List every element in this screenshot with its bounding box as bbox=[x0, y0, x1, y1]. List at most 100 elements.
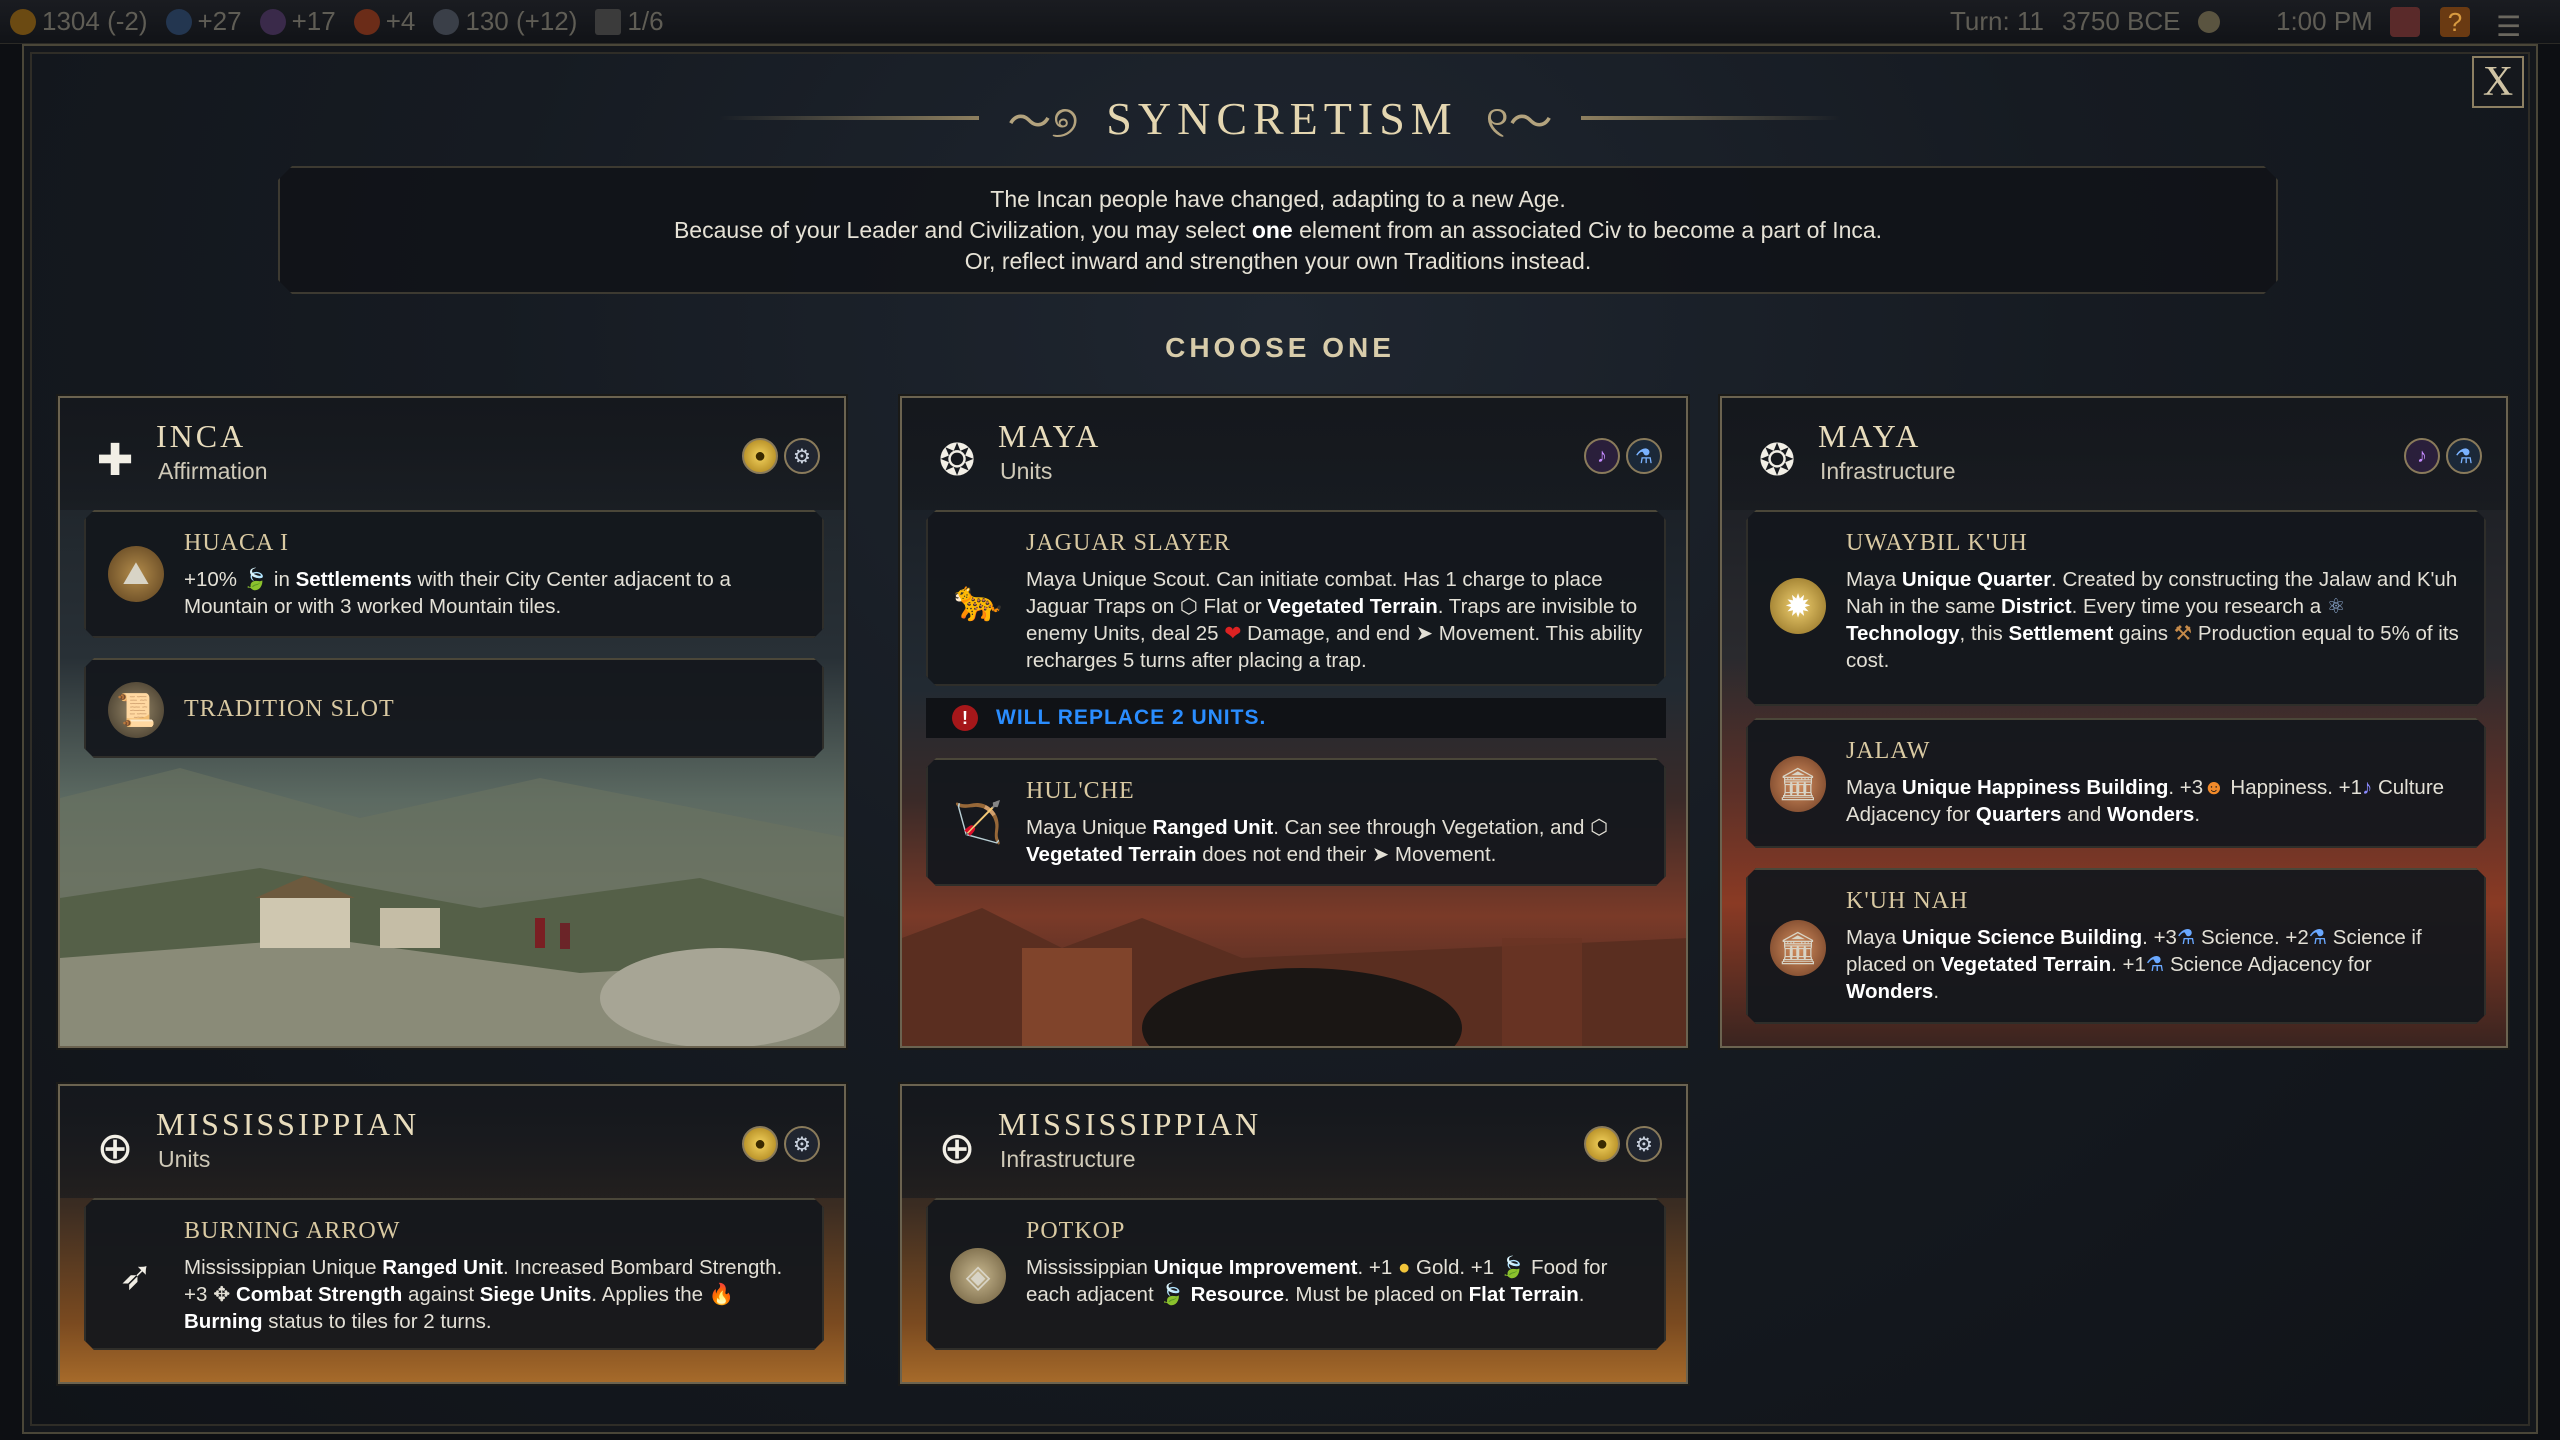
science-icon: ⚗ bbox=[2176, 926, 2196, 949]
item-title: POTKOP bbox=[1026, 1218, 1126, 1244]
civ-name: INCA bbox=[156, 418, 247, 454]
item-title: BURNING ARROW bbox=[184, 1218, 401, 1244]
item-jalaw[interactable]: 🏛 JALAW Maya Unique Happiness Building. … bbox=[1746, 718, 2486, 848]
year-display: 3750 BCE bbox=[2061, 6, 2181, 36]
settlement-icon bbox=[595, 8, 622, 35]
item-title: HUACA I bbox=[184, 530, 290, 556]
item-description: Mississippian Unique Ranged Unit. Increa… bbox=[184, 1256, 783, 1333]
card-mississippian-infrastructure[interactable]: ⊕ MISSISSIPPIAN Infrastructure ● ⚙ ◈ POT… bbox=[900, 1084, 1688, 1384]
militaristic-attribute-icon: ⚙ bbox=[784, 1126, 820, 1162]
science-building-icon: 🏛 bbox=[1770, 920, 1826, 976]
happiness-building-icon: 🏛 bbox=[1770, 756, 1826, 812]
ranged-unit-icon: 🏹 bbox=[953, 800, 1003, 845]
item-tradition-slot[interactable]: 📜 TRADITION SLOT bbox=[84, 658, 824, 758]
item-uwaybil-kuh[interactable]: ✹ UWAYBIL K'UH Maya Unique Quarter. Crea… bbox=[1746, 510, 2486, 706]
production-icon: ⚒ bbox=[2173, 622, 2193, 645]
card-header: ⊕ MISSISSIPPIAN Units ● ⚙ bbox=[60, 1086, 844, 1198]
science-icon: ⚗ bbox=[2308, 926, 2328, 949]
jaguar-unit-icon: 🐆 bbox=[953, 578, 1003, 623]
leader-icon[interactable] bbox=[2390, 6, 2420, 37]
economic-attribute-icon: ● bbox=[1584, 1126, 1620, 1162]
menu-icon[interactable]: ☰ bbox=[2496, 10, 2521, 43]
mississippian-emblem-icon: ⊕ bbox=[96, 1124, 134, 1173]
science-icon bbox=[165, 8, 192, 35]
top-resource-bar: 1304 (-2) +27 +17 +4 130 (+12) 1/6 Turn:… bbox=[0, 0, 2560, 44]
intro-line-3: Or, reflect inward and strengthen your o… bbox=[964, 247, 1592, 274]
item-description: Maya Unique Happiness Building. +3☻ Happ… bbox=[1846, 776, 2445, 826]
help-button[interactable]: ? bbox=[2440, 6, 2470, 37]
damage-heart-icon: ❤ bbox=[1224, 622, 1242, 645]
gold-resource[interactable]: 1304 (-2) bbox=[10, 6, 148, 37]
clock-display: 1:00 PM bbox=[2276, 6, 2373, 36]
item-burning-arrow[interactable]: ➶ BURNING ARROW Mississippian Unique Ran… bbox=[84, 1198, 824, 1350]
culture-icon bbox=[259, 8, 286, 35]
card-header: ✚ INCA Affirmation ● ⚙ bbox=[60, 398, 844, 510]
civ-name: MISSISSIPPIAN bbox=[998, 1106, 1262, 1142]
item-jaguar-slayer[interactable]: 🐆 JAGUAR SLAYER Maya Unique Scout. Can i… bbox=[926, 510, 1666, 686]
unique-quarter-icon: ✹ bbox=[1770, 578, 1826, 634]
item-title: UWAYBIL K'UH bbox=[1846, 530, 2028, 556]
card-header: ⊕ MISSISSIPPIAN Infrastructure ● ⚙ bbox=[902, 1086, 1686, 1198]
attribute-badges: ● ⚙ bbox=[742, 438, 820, 474]
item-potkop[interactable]: ◈ POTKOP Mississippian Unique Improvemen… bbox=[926, 1198, 1666, 1350]
civ-subtitle: Units bbox=[158, 1146, 211, 1172]
sun-icon bbox=[2198, 10, 2221, 33]
influence-resource[interactable]: 130 (+12) bbox=[433, 6, 577, 37]
unique-improvement-icon: ◈ bbox=[950, 1248, 1006, 1304]
scroll-ornament-right: ୧〜 bbox=[1485, 98, 1553, 147]
card-header: ❂ MAYA Infrastructure ♪ ⚗ bbox=[1722, 398, 2506, 510]
happiness-resource[interactable]: +4 bbox=[353, 6, 415, 37]
item-description: Maya Unique Scout. Can initiate combat. … bbox=[1026, 568, 1643, 672]
card-header: ❂ MAYA Units ♪ ⚗ bbox=[902, 398, 1686, 510]
warning-icon: ! bbox=[952, 705, 978, 731]
warning-text: WILL REPLACE 2 UNITS. bbox=[996, 706, 1267, 729]
item-kuh-nah[interactable]: 🏛 K'UH NAH Maya Unique Science Building.… bbox=[1746, 868, 2486, 1024]
card-mississippian-units[interactable]: ⊕ MISSISSIPPIAN Units ● ⚙ ➶ BURNING ARRO… bbox=[58, 1084, 846, 1384]
replace-units-warning: ! WILL REPLACE 2 UNITS. bbox=[926, 698, 1666, 738]
title-divider-left bbox=[719, 116, 980, 120]
economic-attribute-icon: ● bbox=[742, 438, 778, 474]
gold-icon bbox=[10, 8, 36, 35]
dialog-title: SYNCRETISM bbox=[1106, 92, 1458, 144]
huaca-icon: ⛰ bbox=[108, 546, 164, 602]
turn-counter: Turn: 11 bbox=[1950, 6, 2044, 36]
militaristic-attribute-icon: ⚙ bbox=[1626, 1126, 1662, 1162]
card-inca-affirmation[interactable]: ✚ INCA Affirmation ● ⚙ ⛰ HUACA I +10% 🍃 … bbox=[58, 396, 846, 1048]
science-resource[interactable]: +27 bbox=[165, 6, 242, 37]
civ-name: MISSISSIPPIAN bbox=[156, 1106, 420, 1142]
intro-text-box: The Incan people have changed, adapting … bbox=[278, 166, 2278, 294]
tradition-slot-icon: 📜 bbox=[108, 682, 164, 738]
dialog-title-row: 〜୭ SYNCRETISM ୧〜 bbox=[24, 86, 2536, 150]
card-maya-infrastructure[interactable]: ❂ MAYA Infrastructure ♪ ⚗ ✹ UWAYBIL K'UH… bbox=[1720, 396, 2508, 1048]
intro-line-2: Because of your Leader and Civilization,… bbox=[673, 216, 1883, 243]
civ-name: MAYA bbox=[998, 418, 1102, 454]
card-maya-units[interactable]: ❂ MAYA Units ♪ ⚗ 🐆 JAGUAR SLAYER Maya Un… bbox=[900, 396, 1688, 1048]
cultural-attribute-icon: ♪ bbox=[1584, 438, 1620, 474]
syncretism-dialog: X 〜୭ SYNCRETISM ୧〜 The Incan people have… bbox=[22, 44, 2538, 1434]
science-icon: ⚗ bbox=[2145, 953, 2165, 976]
attribute-badges: ● ⚙ bbox=[1584, 1126, 1662, 1162]
item-huaca[interactable]: ⛰ HUACA I +10% 🍃 in Settlements with the… bbox=[84, 510, 824, 638]
economic-attribute-icon: ● bbox=[742, 1126, 778, 1162]
movement-icon: ➤ bbox=[1415, 622, 1434, 645]
item-hulche[interactable]: 🏹 HUL'CHE Maya Unique Ranged Unit. Can s… bbox=[926, 758, 1666, 886]
maya-emblem-icon: ❂ bbox=[1758, 436, 1796, 485]
civ-name: MAYA bbox=[1818, 418, 1922, 454]
inca-emblem-icon: ✚ bbox=[96, 436, 134, 485]
item-title: JALAW bbox=[1846, 738, 1931, 764]
item-description: Maya Unique Ranged Unit. Can see through… bbox=[1026, 816, 1608, 866]
item-description: Maya Unique Quarter. Created by construc… bbox=[1846, 568, 2459, 672]
combat-strength-icon: ✥ bbox=[213, 1283, 231, 1306]
settlement-resource[interactable]: 1/6 bbox=[595, 6, 664, 37]
attribute-badges: ♪ ⚗ bbox=[1584, 438, 1662, 474]
item-description: Mississippian Unique Improvement. +1 ● G… bbox=[1026, 1256, 1608, 1306]
item-description: Maya Unique Science Building. +3⚗ Scienc… bbox=[1846, 926, 2422, 1003]
flat-terrain-icon: ⬡ bbox=[1179, 595, 1198, 618]
scientific-attribute-icon: ⚗ bbox=[2446, 438, 2482, 474]
culture-resource[interactable]: +17 bbox=[259, 6, 336, 37]
mountain-terraces-illustration bbox=[60, 768, 844, 1046]
item-description: +10% 🍃 in Settlements with their City Ce… bbox=[184, 568, 731, 618]
scientific-attribute-icon: ⚗ bbox=[1626, 438, 1662, 474]
happiness-icon bbox=[353, 8, 380, 35]
gold-icon: ● bbox=[1397, 1256, 1411, 1279]
